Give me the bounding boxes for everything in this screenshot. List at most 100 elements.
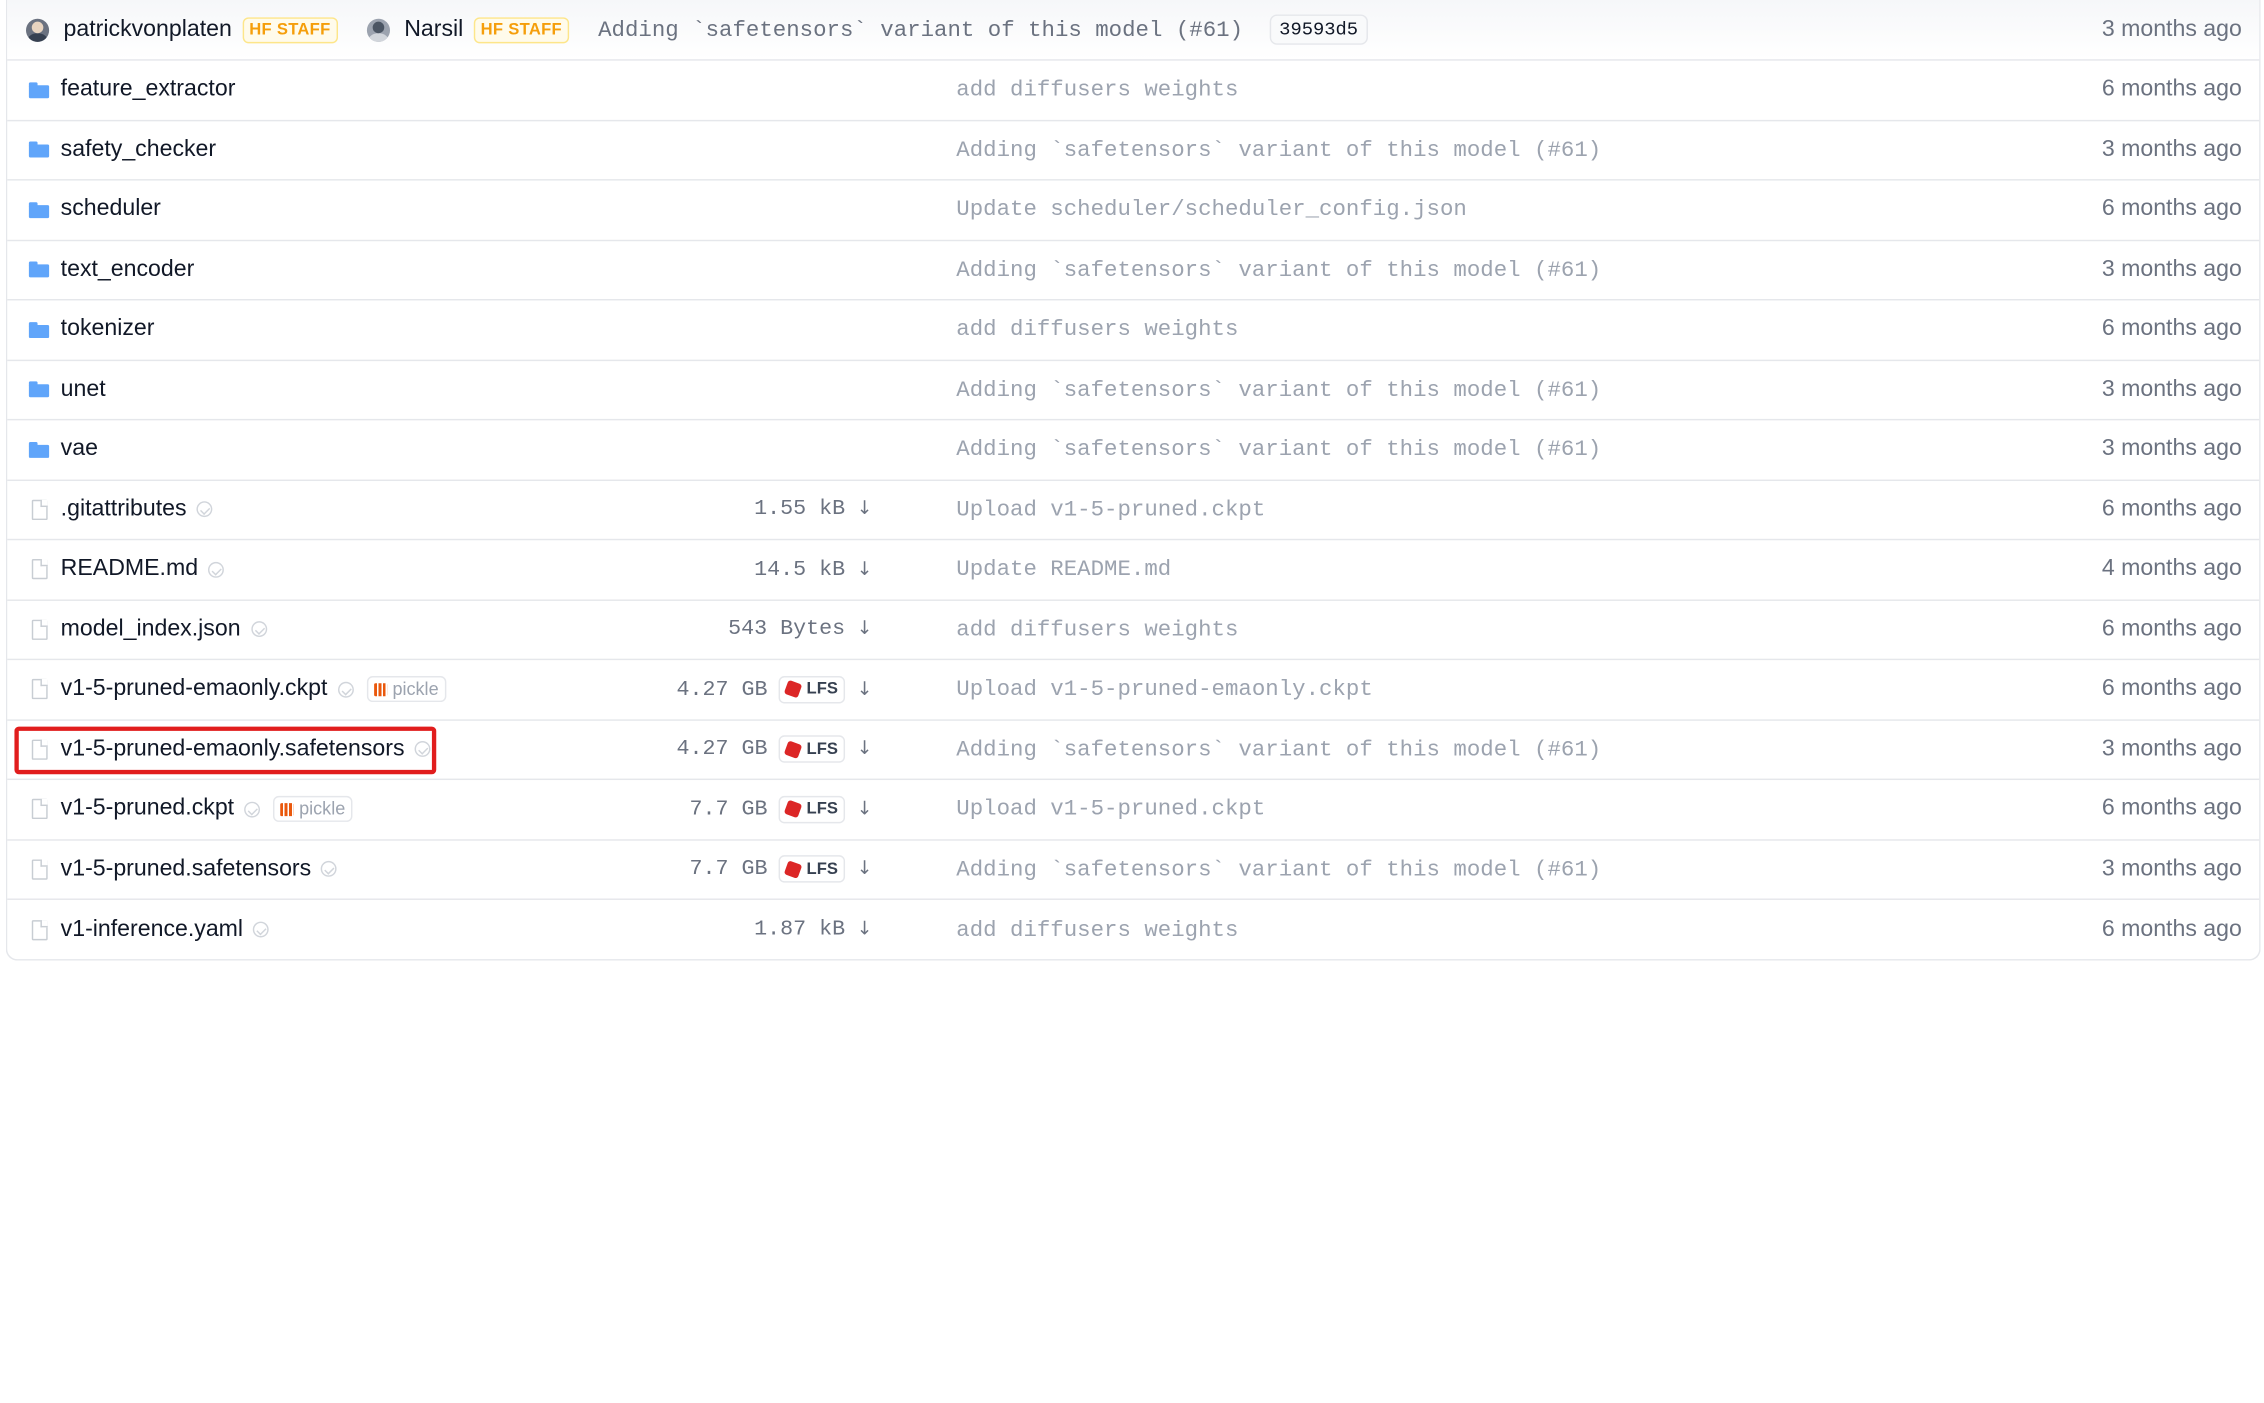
folder-name-link[interactable]: unet: [61, 377, 106, 403]
folder-icon: [28, 201, 50, 218]
lfs-icon: [784, 859, 803, 879]
folder-name-link[interactable]: text_encoder: [61, 257, 195, 283]
author-name[interactable]: Narsil: [404, 17, 463, 43]
safe-check-icon[interactable]: [250, 621, 267, 638]
folder-row[interactable]: safety_checker Adding `safetensors` varia…: [7, 121, 2260, 181]
name-cell[interactable]: v1-inference.yaml: [7, 900, 270, 960]
download-icon[interactable]: ↓: [857, 559, 873, 581]
pickle-badge[interactable]: pickle: [366, 676, 446, 703]
file-row[interactable]: v1-5-pruned.safetensors 7.7 GB LFS ↓ Adding …: [7, 840, 2260, 900]
file-size: 7.7 GB: [689, 856, 768, 882]
commit-message-link[interactable]: add diffusers weights: [956, 600, 1238, 659]
folder-row[interactable]: tokenizer add diffusers weights 6 months a…: [7, 300, 2260, 361]
name-cell[interactable]: scheduler: [7, 181, 161, 240]
commit-message-link[interactable]: Adding `safetensors` variant of this mod…: [956, 360, 1601, 419]
file-size: 14.5 kB: [754, 557, 846, 582]
name-cell[interactable]: safety_checker: [7, 121, 216, 180]
folder-icon: [28, 441, 50, 458]
commit-message-link[interactable]: add diffusers weights: [956, 61, 1238, 120]
download-icon[interactable]: ↓: [857, 499, 873, 521]
folder-row[interactable]: text_encoder Adding `safetensors` variant…: [7, 241, 2260, 301]
name-cell[interactable]: vae: [7, 420, 98, 479]
safe-check-icon[interactable]: [244, 801, 261, 818]
file-name-link[interactable]: model_index.json: [61, 616, 241, 642]
folder-row[interactable]: unet Adding `safetensors` variant of this…: [7, 360, 2260, 421]
safe-check-icon[interactable]: [414, 741, 431, 758]
commit-message-link[interactable]: Update README.md: [956, 540, 1171, 599]
lfs-badge: LFS: [779, 795, 846, 824]
folder-name-link[interactable]: tokenizer: [61, 317, 155, 343]
safe-check-icon[interactable]: [321, 861, 338, 878]
folder-row[interactable]: scheduler Update scheduler/scheduler_conf…: [7, 181, 2260, 241]
file-name-link[interactable]: v1-5-pruned.ckpt: [61, 796, 234, 822]
name-cell[interactable]: v1-5-pruned-emaonly.ckpt pickle: [7, 660, 446, 719]
file-row[interactable]: v1-5-pruned-emaonly.ckpt pickle 4.27 GB LFS…: [7, 660, 2260, 721]
safe-check-icon[interactable]: [253, 921, 270, 938]
lfs-badge: LFS: [779, 855, 846, 883]
name-cell[interactable]: model_index.json: [7, 600, 267, 659]
commit-message-link[interactable]: Adding `safetensors` variant of this mod…: [956, 840, 1601, 899]
file-row[interactable]: v1-inference.yaml 1.87 kB ↓ add diffusers w…: [7, 900, 2259, 960]
commit-message-link[interactable]: Upload v1-5-pruned-emaonly.ckpt: [956, 660, 1373, 719]
folder-name-link[interactable]: safety_checker: [61, 137, 216, 163]
avatar[interactable]: [26, 18, 50, 42]
commit-message-link[interactable]: Adding `safetensors` variant of this mod…: [956, 241, 1601, 300]
file-row[interactable]: v1-5-pruned.ckpt pickle 7.7 GB LFS ↓ Upload v…: [7, 780, 2260, 840]
name-cell[interactable]: tokenizer: [7, 300, 154, 359]
safe-check-icon[interactable]: [196, 501, 213, 518]
commit-message[interactable]: Adding `safetensors` variant of this mod…: [598, 17, 1243, 43]
folder-name-link[interactable]: feature_extractor: [61, 77, 236, 103]
folder-row[interactable]: vae Adding `safetensors` variant of this …: [7, 420, 2260, 481]
download-icon[interactable]: ↓: [857, 679, 873, 701]
commit-message-link[interactable]: Upload v1-5-pruned.ckpt: [956, 780, 1265, 839]
last-modified-date: 6 months ago: [2101, 616, 2242, 641]
name-cell[interactable]: v1-5-pruned.safetensors: [7, 840, 338, 899]
download-icon[interactable]: ↓: [857, 619, 873, 641]
name-cell[interactable]: feature_extractor: [7, 61, 235, 120]
file-name-link[interactable]: v1-5-pruned-emaonly.ckpt: [61, 676, 328, 702]
folder-row[interactable]: feature_extractor add diffusers weights 6 …: [7, 61, 2260, 121]
safe-check-icon[interactable]: [337, 681, 354, 698]
commit-message-link[interactable]: Adding `safetensors` variant of this mod…: [956, 121, 1601, 180]
file-row[interactable]: model_index.json 543 Bytes ↓ add diffusers …: [7, 600, 2260, 661]
lfs-label: LFS: [806, 680, 838, 699]
last-modified-date: 6 months ago: [2101, 676, 2242, 701]
name-cell[interactable]: v1-5-pruned.ckpt pickle: [7, 780, 353, 839]
size-cell: 7.7 GB LFS ↓: [690, 780, 873, 839]
file-name-link[interactable]: .gitattributes: [61, 497, 187, 523]
commit-message-link[interactable]: Upload v1-5-pruned.ckpt: [956, 480, 1265, 539]
folder-name-link[interactable]: vae: [61, 437, 98, 463]
file-name-link[interactable]: README.md: [61, 556, 198, 582]
commit-message-link[interactable]: Adding `safetensors` variant of this mod…: [956, 420, 1601, 479]
commit-message-link[interactable]: add diffusers weights: [956, 900, 1238, 960]
name-cell[interactable]: unet: [7, 360, 106, 419]
file-row[interactable]: README.md 14.5 kB ↓ Update README.md 4 month…: [7, 540, 2260, 601]
commit-message-link[interactable]: Adding `safetensors` variant of this mod…: [956, 720, 1601, 779]
name-cell[interactable]: README.md: [7, 540, 225, 599]
author-name[interactable]: patrickvonplaten: [64, 17, 232, 43]
commit-message-link[interactable]: Update scheduler/scheduler_config.json: [956, 181, 1467, 240]
file-row[interactable]: .gitattributes 1.55 kB ↓ Upload v1-5-pruned…: [7, 480, 2260, 541]
commit-hash[interactable]: 39593d5: [1269, 14, 1369, 45]
name-cell[interactable]: v1-5-pruned-emaonly.safetensors: [7, 720, 431, 779]
download-icon[interactable]: ↓: [857, 739, 873, 761]
pickle-badge[interactable]: pickle: [273, 796, 353, 823]
folder-name-link[interactable]: scheduler: [61, 197, 161, 223]
name-cell[interactable]: text_encoder: [7, 241, 194, 300]
file-name-link[interactable]: v1-5-pruned.safetensors: [61, 856, 312, 882]
download-icon[interactable]: ↓: [857, 919, 873, 941]
download-icon[interactable]: ↓: [857, 858, 873, 880]
last-modified-date: 3 months ago: [2101, 436, 2242, 462]
staff-badge: HF STAFF: [241, 16, 338, 43]
commit-message-link[interactable]: add diffusers weights: [956, 300, 1238, 359]
file-name-link[interactable]: v1-inference.yaml: [61, 917, 243, 943]
name-cell[interactable]: .gitattributes: [7, 480, 213, 539]
avatar[interactable]: [366, 18, 390, 42]
last-modified-date: 4 months ago: [2101, 556, 2242, 582]
folder-icon: [28, 141, 50, 158]
file-name-link[interactable]: v1-5-pruned-emaonly.safetensors: [61, 736, 405, 762]
safe-check-icon[interactable]: [208, 561, 225, 578]
download-icon[interactable]: ↓: [857, 798, 873, 820]
file-icon: [31, 559, 48, 580]
file-row[interactable]: v1-5-pruned-emaonly.safetensors 4.27 GB LF…: [7, 720, 2260, 781]
